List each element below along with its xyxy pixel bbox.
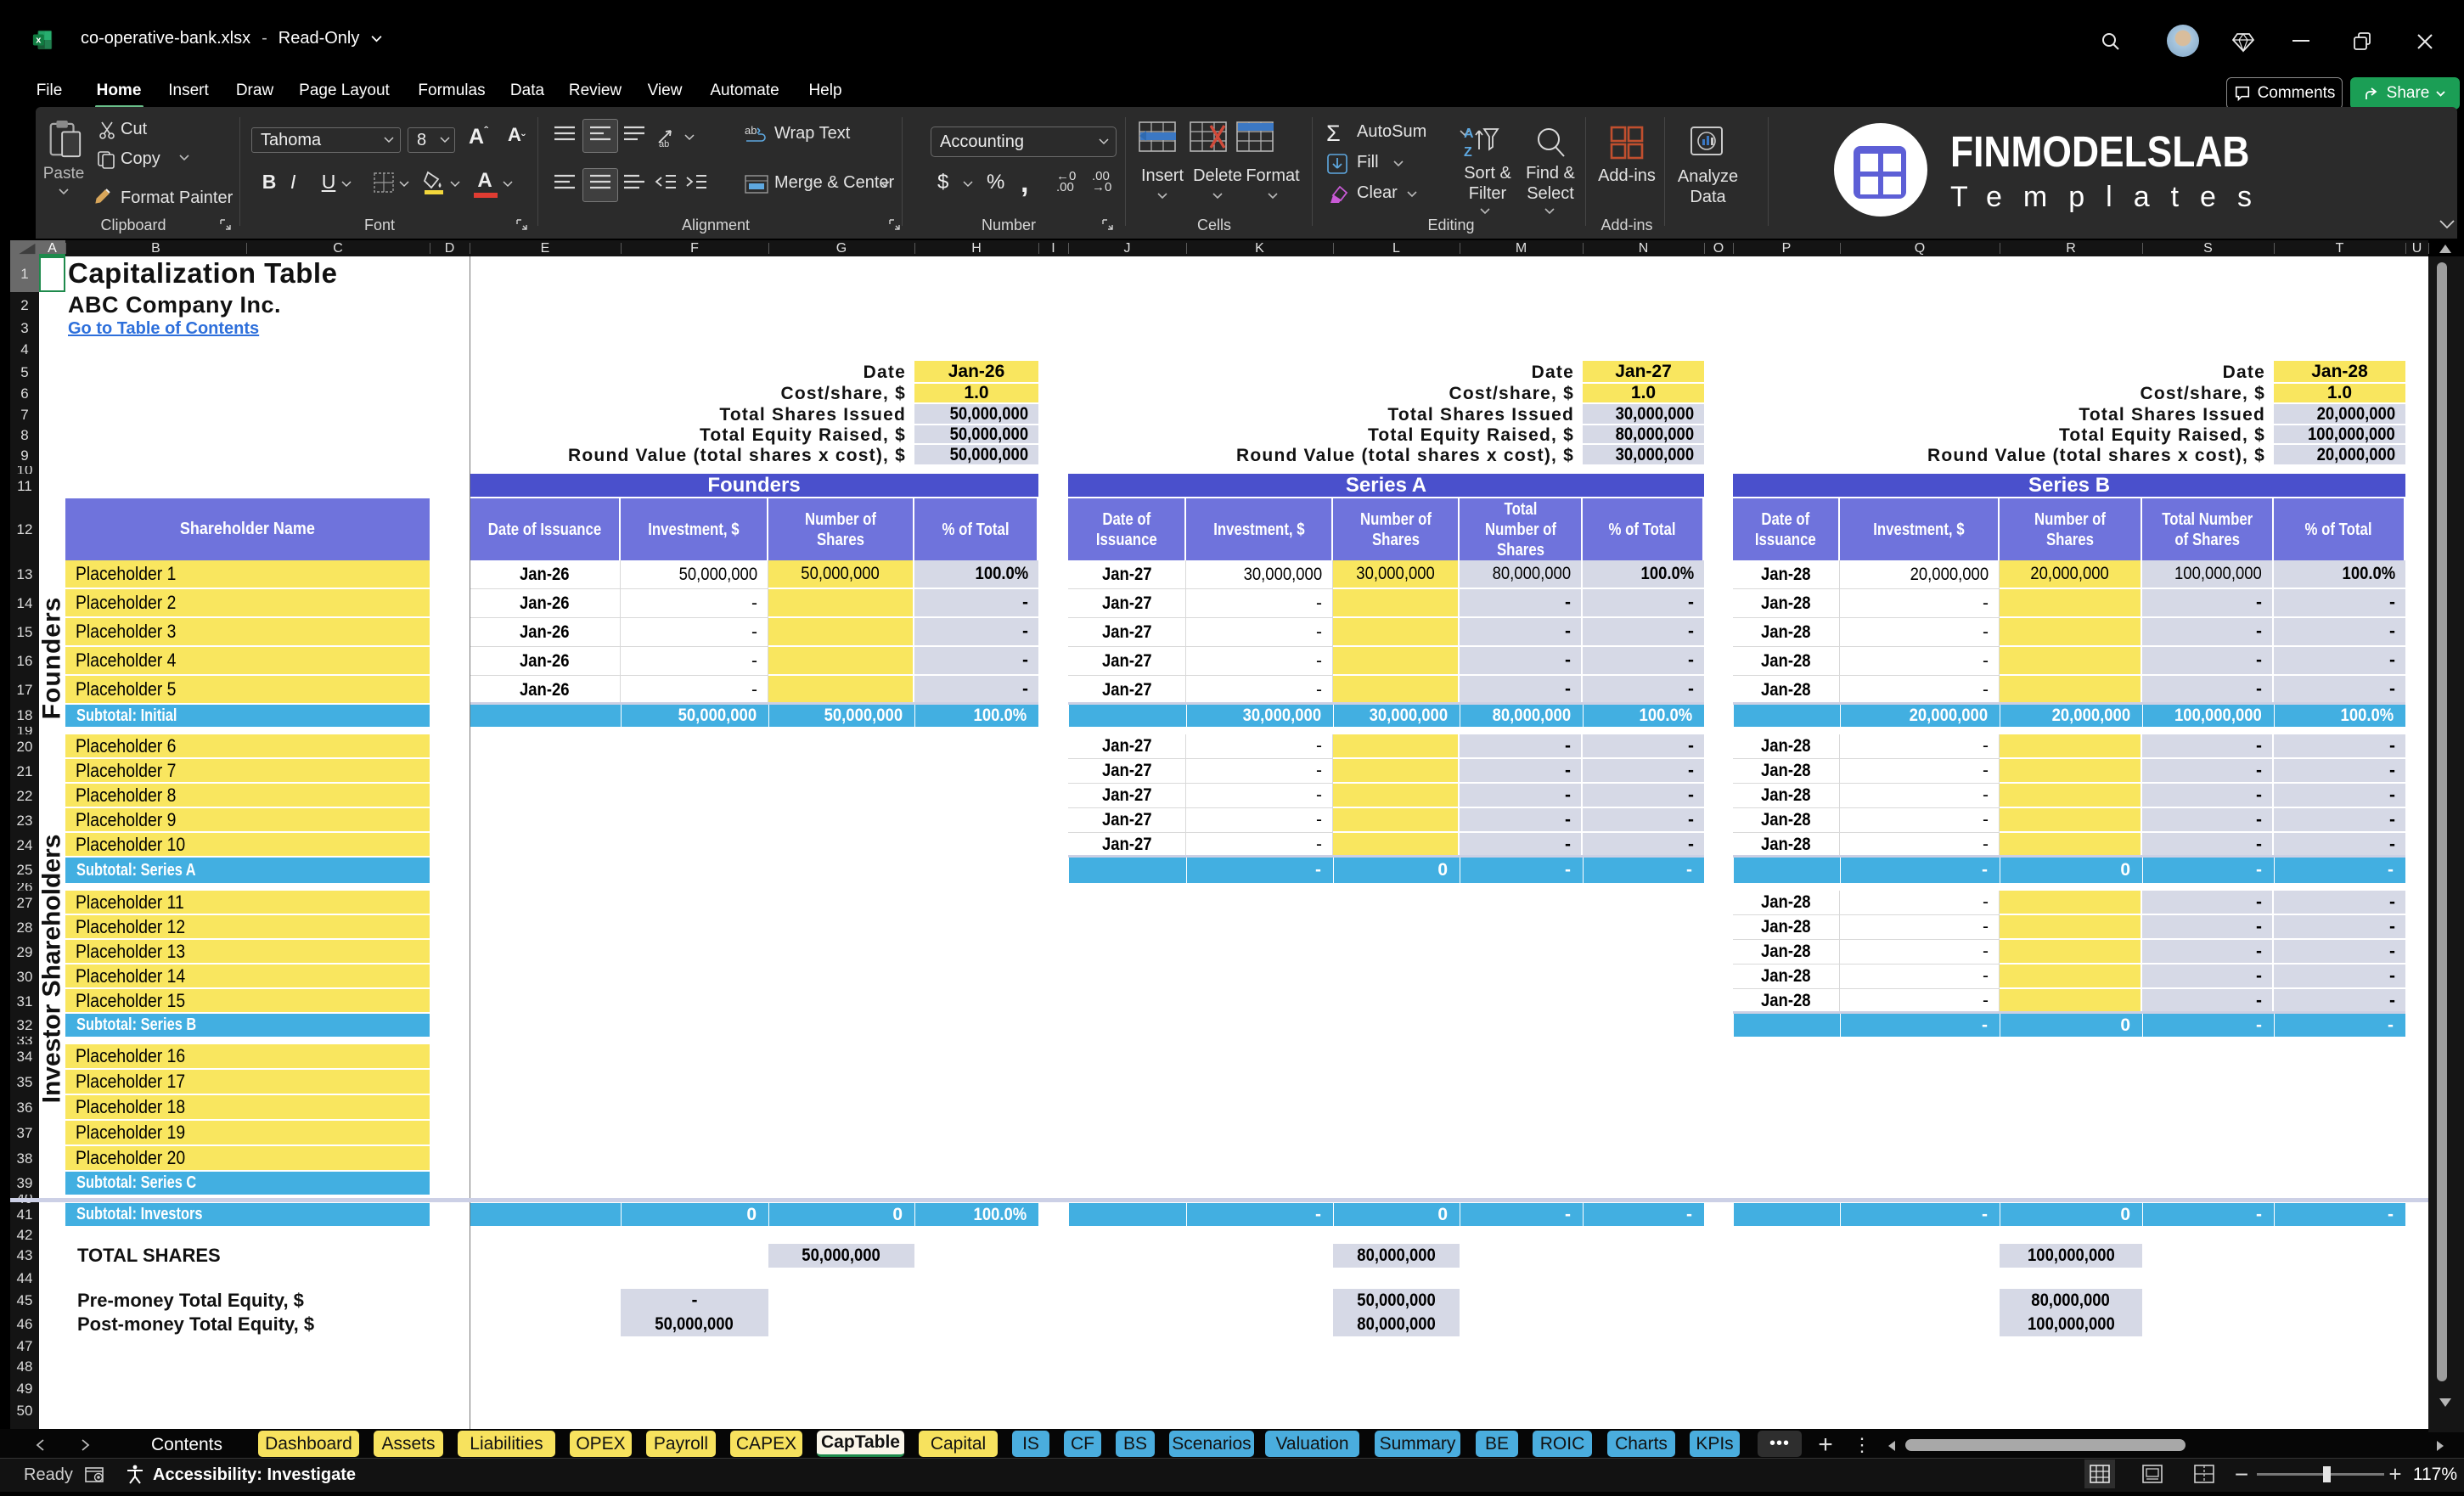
svg-text:ab: ab — [659, 139, 669, 148]
svg-text:Z: Z — [1464, 145, 1472, 160]
svg-text:x: x — [36, 36, 42, 46]
svg-text:ab: ab — [745, 124, 757, 137]
svg-text:A: A — [1464, 127, 1474, 141]
